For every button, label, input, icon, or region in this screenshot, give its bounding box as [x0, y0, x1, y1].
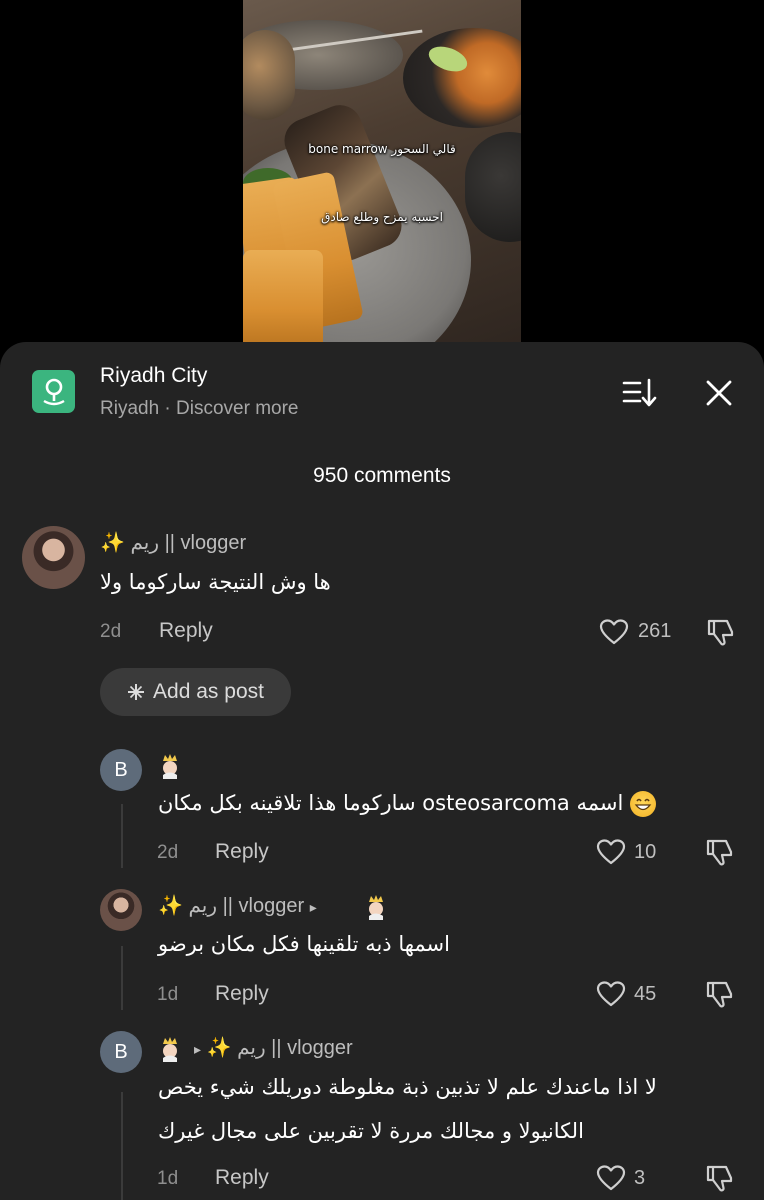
avatar[interactable]: B [100, 749, 142, 791]
curry-bowl-image [403, 28, 521, 128]
heart-icon[interactable] [599, 618, 629, 646]
food-bowl-image [243, 30, 295, 120]
crown-avatar-icon [163, 1037, 177, 1062]
reply-username[interactable]: ▸ ✨ ريم || vlogger [194, 1035, 353, 1060]
crown-avatar-icon [369, 895, 383, 920]
reply-to-arrow-icon: ▸ [309, 899, 317, 915]
thread-line [121, 946, 123, 1010]
dislike-icon[interactable] [705, 837, 735, 867]
like-count: 3 [634, 1167, 646, 1189]
reply-username[interactable]: ✨ ريم || vlogger ▸ [158, 893, 317, 918]
reply-text: اسمها ذبه تلقينها فكل مكان برضو [158, 932, 450, 956]
comments-count: 950 comments [313, 464, 451, 487]
heart-icon[interactable] [596, 838, 626, 866]
reply-button[interactable]: Reply [215, 1166, 269, 1190]
video-caption-line-1: قالي السحور bone marrow [308, 142, 456, 156]
location-subtitle[interactable]: Riyadh · Discover more [100, 398, 299, 420]
reply-time: 2d [157, 842, 179, 863]
reply-text: اسمه osteosarcoma ساركوما هذا تلاقينه بك… [158, 791, 656, 817]
map-pin-icon[interactable] [32, 370, 75, 413]
grinning-face-icon [630, 791, 656, 817]
location-title[interactable]: Riyadh City [100, 364, 207, 388]
add-as-post-button[interactable]: Add as post [100, 668, 291, 716]
bread-image [243, 250, 323, 342]
video-preview[interactable]: قالي السحور bone marrow احسبه يمزح وطلع … [243, 0, 521, 342]
add-as-post-label: Add as post [153, 680, 264, 703]
reply-button[interactable]: Reply [215, 840, 269, 864]
comment-text: ها وش النتيجة ساركوما ولا [100, 570, 331, 594]
comment-time: 2d [100, 621, 122, 642]
reply-button[interactable]: Reply [159, 619, 213, 643]
like-count: 261 [638, 620, 672, 642]
reply-time: 1d [157, 984, 179, 1005]
sparkle-icon: ✨ [100, 532, 125, 554]
reply-text-line-1: لا اذا ماعندك علم لا تذبين ذبة مغلوطة دو… [158, 1075, 657, 1099]
reply-time: 1d [157, 1168, 179, 1189]
video-caption-line-2: احسبه يمزح وطلع صادق [321, 210, 443, 224]
thread-line [121, 1092, 123, 1200]
reply-to-arrow-icon: ▸ [194, 1041, 202, 1057]
sparkle-icon: ✨ [158, 895, 183, 917]
thread-line [121, 804, 123, 868]
close-icon[interactable] [702, 376, 736, 410]
avatar[interactable] [22, 526, 85, 589]
like-count: 45 [634, 983, 657, 1005]
heart-icon[interactable] [596, 980, 626, 1008]
comments-sheet: Riyadh City Riyadh · Discover more 950 c… [0, 342, 764, 1200]
avatar[interactable]: B [100, 1031, 142, 1073]
reply-text-line-2: الكانيولا و مجالك مررة لا تقربين على مجا… [158, 1119, 584, 1143]
heart-icon[interactable] [596, 1164, 626, 1192]
dislike-icon[interactable] [705, 1163, 735, 1193]
sort-icon[interactable] [620, 376, 660, 410]
crown-avatar-icon [163, 754, 177, 779]
dislike-icon[interactable] [705, 979, 735, 1009]
sparkle-icon: ✨ [206, 1037, 232, 1059]
dislike-icon[interactable] [706, 617, 736, 647]
sparkle-outline-icon [128, 684, 145, 700]
reply-button[interactable]: Reply [215, 982, 269, 1006]
comment-username[interactable]: ✨ ريم || vlogger [100, 530, 246, 555]
avatar[interactable] [100, 889, 142, 931]
like-count: 10 [634, 841, 657, 863]
